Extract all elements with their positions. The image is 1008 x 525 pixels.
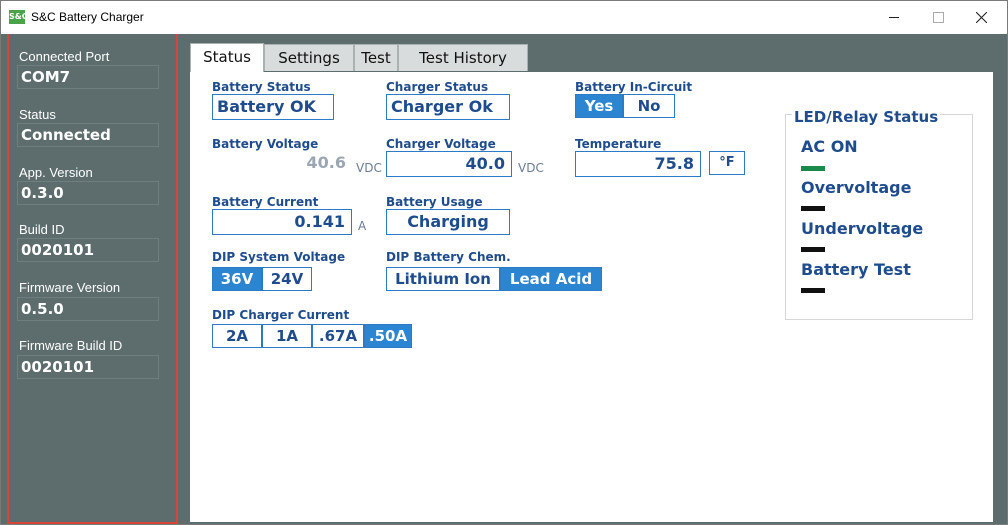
in-circuit-yes-button[interactable]: Yes bbox=[575, 94, 623, 118]
battery-in-circuit-label: Battery In-Circuit bbox=[575, 80, 693, 94]
battery-status-label: Battery Status bbox=[212, 80, 311, 94]
build-id-value: 0020101 bbox=[17, 238, 159, 262]
status-value: Connected bbox=[17, 123, 159, 147]
connected-port-label: Connected Port bbox=[19, 49, 110, 64]
overvoltage-led-indicator bbox=[801, 206, 825, 211]
status-tab-content: Battery Status Battery OK Charger Status… bbox=[190, 72, 993, 522]
dip-36v-button[interactable]: 36V bbox=[212, 267, 262, 291]
build-id-label: Build ID bbox=[19, 222, 65, 237]
maximize-button[interactable] bbox=[916, 1, 961, 34]
dip-battery-chem-label: DIP Battery Chem. bbox=[386, 250, 511, 264]
charger-voltage-field: 40.0 bbox=[386, 151, 512, 177]
tab-test[interactable]: Test bbox=[354, 44, 398, 71]
dip-lead-acid-button[interactable]: Lead Acid bbox=[500, 267, 602, 291]
dip-067a-button[interactable]: .67A bbox=[312, 324, 364, 348]
dip-system-voltage-label: DIP System Voltage bbox=[212, 250, 346, 264]
app-window: S&C S&C Battery Charger Connected Port C… bbox=[0, 0, 1008, 525]
led-relay-status-title: LED/Relay Status bbox=[792, 108, 941, 126]
window-title: S&C Battery Charger bbox=[31, 10, 144, 24]
battery-voltage-label: Battery Voltage bbox=[212, 137, 319, 151]
charger-voltage-unit: VDC bbox=[518, 161, 544, 175]
ac-on-led-indicator bbox=[801, 166, 825, 171]
temperature-field: 75.8 bbox=[575, 151, 701, 177]
battery-current-label: Battery Current bbox=[212, 195, 319, 209]
firmware-version-label: Firmware Version bbox=[19, 280, 121, 295]
tab-status[interactable]: Status bbox=[190, 43, 264, 73]
minimize-button[interactable] bbox=[871, 1, 916, 34]
firmware-build-id-label: Firmware Build ID bbox=[19, 338, 123, 353]
battery-current-unit: A bbox=[358, 219, 367, 233]
dip-charger-current-label: DIP Charger Current bbox=[212, 308, 350, 322]
battery-voltage-field: 40.6 bbox=[212, 151, 352, 177]
close-icon bbox=[976, 12, 987, 23]
charger-status-label: Charger Status bbox=[386, 80, 489, 94]
connected-port-value: COM7 bbox=[17, 65, 159, 89]
battery-current-field: 0.141 bbox=[212, 209, 352, 235]
tab-settings[interactable]: Settings bbox=[264, 44, 354, 71]
app-body: Connected Port COM7 Status Connected App… bbox=[1, 34, 1007, 524]
dip-050a-button[interactable]: .50A bbox=[364, 324, 412, 348]
temperature-label: Temperature bbox=[575, 137, 662, 151]
battery-voltage-unit: VDC bbox=[356, 161, 382, 175]
firmware-version-value: 0.5.0 bbox=[17, 297, 159, 321]
overvoltage-label: Overvoltage bbox=[801, 178, 912, 197]
minimize-icon bbox=[888, 17, 899, 18]
dip-2a-button[interactable]: 2A bbox=[212, 324, 262, 348]
battery-test-led-indicator bbox=[801, 288, 825, 293]
charger-status-field: Charger Ok bbox=[386, 94, 510, 120]
maximize-icon bbox=[933, 12, 944, 23]
battery-usage-label: Battery Usage bbox=[386, 195, 483, 209]
battery-test-label: Battery Test bbox=[801, 260, 911, 279]
undervoltage-led-indicator bbox=[801, 247, 825, 252]
main-panel: Status Settings Test Test History Batter… bbox=[186, 34, 997, 524]
undervoltage-label: Undervoltage bbox=[801, 219, 924, 238]
app-version-label: App. Version bbox=[19, 165, 93, 180]
info-sidebar: Connected Port COM7 Status Connected App… bbox=[7, 34, 178, 524]
close-button[interactable] bbox=[959, 1, 1004, 34]
status-label: Status bbox=[19, 107, 56, 122]
ac-on-label: AC ON bbox=[801, 137, 858, 156]
dip-1a-button[interactable]: 1A bbox=[262, 324, 312, 348]
firmware-build-id-value: 0020101 bbox=[17, 355, 159, 379]
in-circuit-no-button[interactable]: No bbox=[623, 94, 675, 118]
led-relay-status-panel: LED/Relay Status AC ON Overvoltage Under… bbox=[785, 108, 973, 320]
dip-24v-button[interactable]: 24V bbox=[262, 267, 312, 291]
battery-status-field: Battery OK bbox=[212, 94, 334, 120]
charger-voltage-label: Charger Voltage bbox=[386, 137, 496, 151]
app-logo-icon: S&C bbox=[9, 10, 28, 24]
battery-usage-field: Charging bbox=[386, 209, 510, 235]
dip-lithium-ion-button[interactable]: Lithium Ion bbox=[386, 267, 500, 291]
tab-test-history[interactable]: Test History bbox=[398, 44, 528, 71]
app-version-value: 0.3.0 bbox=[17, 181, 159, 205]
temperature-unit-button[interactable]: °F bbox=[709, 151, 745, 175]
title-bar: S&C S&C Battery Charger bbox=[1, 1, 1007, 34]
